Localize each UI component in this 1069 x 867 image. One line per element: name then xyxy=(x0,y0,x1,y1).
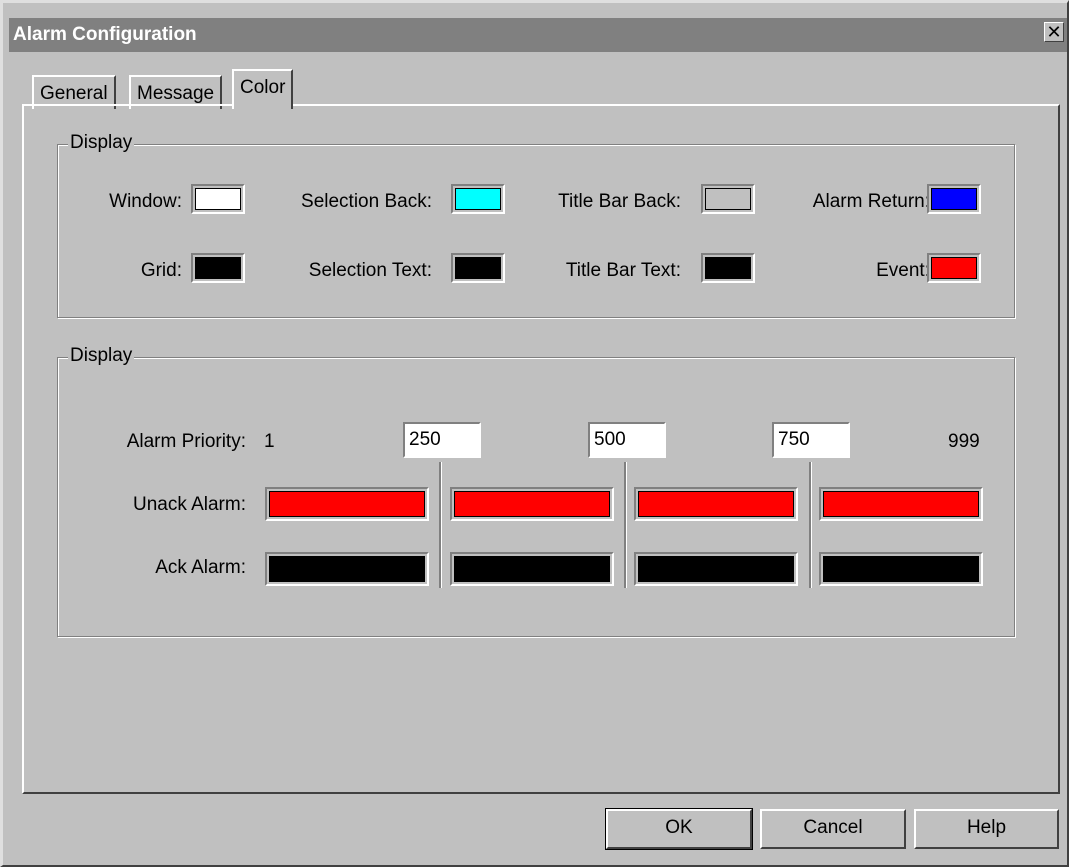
title-bar-back-label: Title Bar Back: xyxy=(558,191,681,212)
grid-color-swatch[interactable] xyxy=(191,253,245,283)
event-color-swatch[interactable] xyxy=(927,253,981,283)
close-icon[interactable]: ✕ xyxy=(1044,22,1064,42)
cancel-button[interactable]: Cancel xyxy=(760,809,906,849)
unack-alarm-bar-1[interactable] xyxy=(265,487,429,521)
tab-panel-color: Display Window: Selection Back: Title Ba… xyxy=(22,104,1060,794)
unack-alarm-label: Unack Alarm: xyxy=(133,494,246,515)
selection-back-label: Selection Back: xyxy=(301,191,432,212)
ack-alarm-bar-2[interactable] xyxy=(450,552,614,586)
threshold-250-input[interactable] xyxy=(403,422,481,458)
group-legend: Display xyxy=(68,345,135,367)
range-divider xyxy=(809,462,812,588)
priority-end-value: 999 xyxy=(948,431,980,452)
window-color-label: Window: xyxy=(109,191,182,212)
group-legend: Display xyxy=(68,132,135,154)
priority-colors-group: Display Alarm Priority: 1 999 Unack Alar… xyxy=(57,345,1015,637)
threshold-750-input[interactable] xyxy=(772,422,850,458)
ack-alarm-bar-4[interactable] xyxy=(819,552,983,586)
alarm-return-swatch[interactable] xyxy=(927,184,981,214)
selection-text-label: Selection Text: xyxy=(308,260,432,281)
tab-color[interactable]: Color xyxy=(232,69,294,109)
title-bar-text-label: Title Bar Text: xyxy=(565,260,681,281)
title-bar-back-swatch[interactable] xyxy=(701,184,755,214)
range-divider xyxy=(624,462,627,588)
ack-alarm-bar-1[interactable] xyxy=(265,552,429,586)
title-bar: Alarm Configuration ✕ xyxy=(9,18,1067,52)
title-bar-text-swatch[interactable] xyxy=(701,253,755,283)
selection-back-swatch[interactable] xyxy=(451,184,505,214)
threshold-500-input[interactable] xyxy=(588,422,666,458)
range-divider xyxy=(439,462,442,588)
grid-color-label: Grid: xyxy=(140,260,182,281)
unack-alarm-bar-2[interactable] xyxy=(450,487,614,521)
ack-alarm-label: Ack Alarm: xyxy=(155,557,246,578)
alarm-configuration-dialog: Alarm Configuration ✕ General Message Co… xyxy=(0,0,1069,867)
alarm-return-label: Alarm Return: xyxy=(812,191,930,212)
ok-button[interactable]: OK xyxy=(605,808,753,850)
alarm-priority-label: Alarm Priority: xyxy=(126,431,246,452)
dialog-title: Alarm Configuration xyxy=(13,24,197,45)
event-color-label: Event: xyxy=(876,260,930,281)
ack-alarm-bar-3[interactable] xyxy=(634,552,798,586)
unack-alarm-bar-3[interactable] xyxy=(634,487,798,521)
selection-text-swatch[interactable] xyxy=(451,253,505,283)
priority-start-value: 1 xyxy=(264,431,275,452)
unack-alarm-bar-4[interactable] xyxy=(819,487,983,521)
help-button[interactable]: Help xyxy=(914,809,1059,849)
display-colors-group: Display Window: Selection Back: Title Ba… xyxy=(57,132,1015,318)
window-color-swatch[interactable] xyxy=(191,184,245,214)
